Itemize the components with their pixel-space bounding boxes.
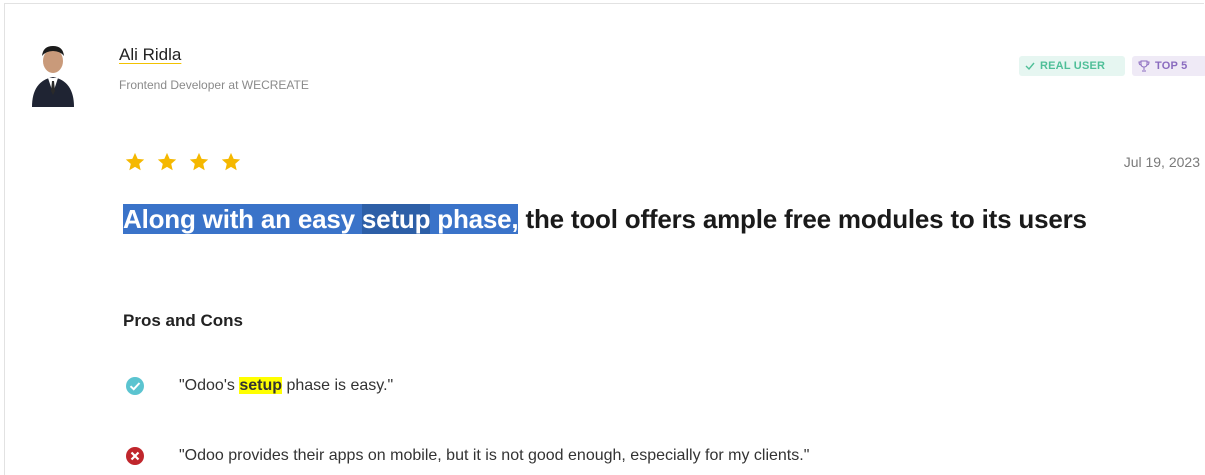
check-circle-icon [126, 377, 144, 395]
review-card: Ali Ridla Frontend Developer at WECREATE… [4, 3, 1205, 475]
headline-selected-text: phase, [430, 204, 519, 234]
pro-text-part: "Odoo's [179, 377, 240, 394]
pro-item: "Odoo's setup phase is easy." [125, 376, 393, 396]
pro-text: "Odoo's setup phase is easy." [179, 377, 393, 395]
star-icon [157, 152, 177, 171]
review-date: Jul 19, 2023 [1123, 154, 1200, 170]
check-icon [1025, 62, 1035, 71]
x-circle-icon [126, 447, 144, 465]
real-user-label: REAL USER [1040, 60, 1106, 72]
star-icon [189, 152, 209, 171]
real-user-badge: REAL USER [1019, 56, 1125, 76]
trophy-icon [1138, 60, 1150, 72]
headline-text: the tool offers ample free modules to it… [518, 204, 1087, 234]
star-icon [125, 152, 145, 171]
reviewer-name-link[interactable]: Ali Ridla [119, 45, 181, 65]
top5-label: TOP 5 [1155, 60, 1188, 72]
con-item: "Odoo provides their apps on mobile, but… [125, 446, 809, 466]
top5-badge: TOP 5 [1132, 56, 1205, 76]
pro-text-part: phase is easy." [282, 377, 394, 394]
headline-selected-text: Along with an easy [123, 204, 362, 234]
reviewer-job-title: Frontend Developer at WECREATE [119, 78, 309, 92]
star-icon [221, 152, 241, 171]
headline-selected-keyword: setup [361, 204, 431, 234]
reviewer-avatar[interactable] [30, 43, 76, 107]
con-text: "Odoo provides their apps on mobile, but… [179, 447, 810, 464]
review-headline: Along with an easy setup phase, the tool… [123, 204, 1087, 235]
pro-text-highlight: setup [239, 377, 282, 394]
star-rating [124, 151, 242, 173]
pros-cons-title: Pros and Cons [123, 311, 243, 330]
